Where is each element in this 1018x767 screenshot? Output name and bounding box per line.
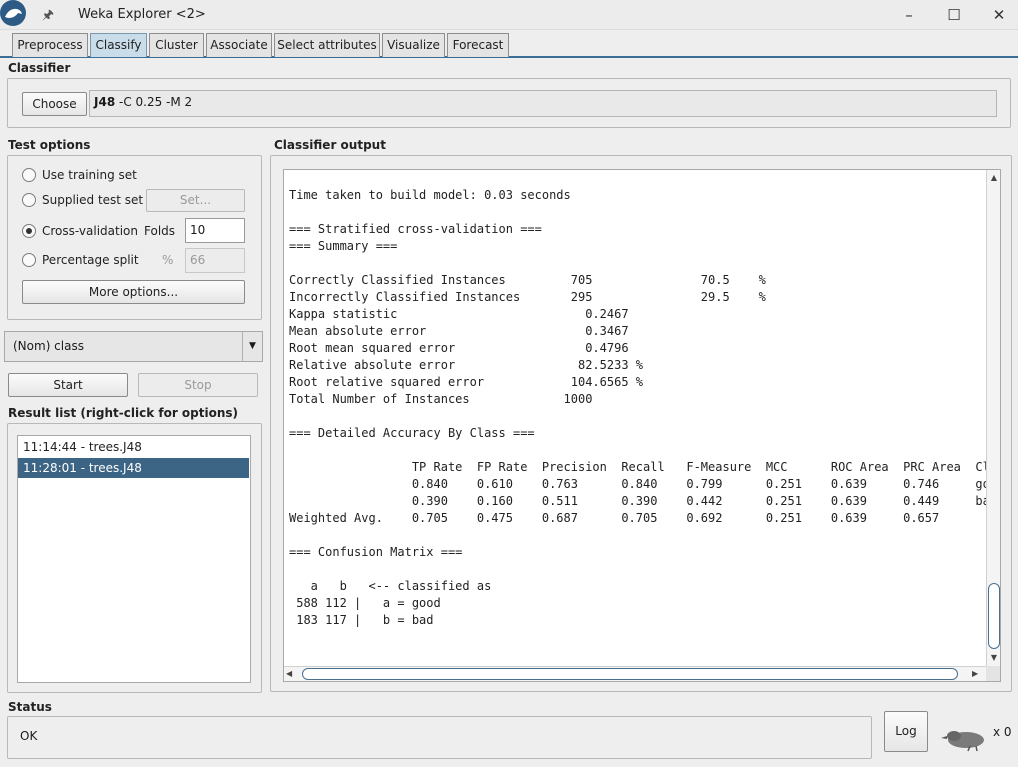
percentage-split-label: Percentage split: [42, 253, 139, 267]
tab-forecast[interactable]: Forecast: [447, 33, 509, 57]
classifier-output-text-area[interactable]: Time taken to build model: 0.03 seconds …: [284, 170, 986, 666]
scroll-down-icon[interactable]: ▼: [988, 651, 1000, 665]
scroll-corner: [986, 666, 1000, 681]
classifier-output-label: Classifier output: [274, 138, 386, 152]
percent-label: %: [162, 253, 174, 267]
tab-visualize[interactable]: Visualize: [382, 33, 445, 57]
scroll-up-icon[interactable]: ▲: [988, 171, 1000, 185]
use-training-set-radio[interactable]: [22, 168, 36, 182]
cross-validation-label: Cross-validation: [42, 224, 138, 238]
set-test-set-button[interactable]: Set...: [146, 189, 245, 212]
stop-button[interactable]: Stop: [138, 373, 258, 397]
start-button[interactable]: Start: [8, 373, 128, 397]
use-training-set-label: Use training set: [42, 168, 137, 182]
task-count: x 0: [993, 725, 1012, 739]
folds-input[interactable]: 10: [185, 218, 245, 243]
maximize-button[interactable]: ☐: [943, 4, 965, 26]
supplied-test-set-radio[interactable]: [22, 193, 36, 207]
tab-classify[interactable]: Classify: [90, 33, 147, 57]
classifier-options: -C 0.25 -M 2: [115, 95, 193, 109]
result-list-item[interactable]: 11:14:44 - trees.J48: [18, 437, 249, 457]
close-button[interactable]: ✕: [988, 4, 1010, 26]
log-button[interactable]: Log: [884, 711, 928, 752]
status-text: OK: [20, 729, 38, 743]
scroll-left-icon[interactable]: ◀: [286, 667, 298, 681]
status-panel: [7, 716, 872, 759]
classifier-config-field[interactable]: J48 -C 0.25 -M 2: [89, 90, 997, 117]
weka-logo-icon: [0, 0, 26, 26]
horizontal-scrollbar[interactable]: ◀ ▶: [284, 666, 986, 681]
tab-bar: Preprocess Classify Cluster Associate Se…: [0, 30, 1018, 58]
chevron-down-icon[interactable]: ▼: [242, 332, 262, 361]
supplied-test-set-label: Supplied test set: [42, 193, 144, 207]
test-options-label: Test options: [8, 138, 91, 152]
classifier-section-label: Classifier: [8, 61, 71, 75]
vertical-scrollbar[interactable]: ▲ ▼: [986, 170, 1000, 666]
result-list-label: Result list (right-click for options): [8, 406, 239, 420]
title-bar: 🖈 Weka Explorer <2> – ☐ ✕: [0, 0, 1018, 30]
pin-icon[interactable]: 🖈: [42, 6, 54, 28]
tab-select-attributes[interactable]: Select attributes: [274, 33, 380, 57]
choose-classifier-button[interactable]: Choose: [22, 92, 87, 116]
weka-bird-icon[interactable]: [940, 724, 990, 752]
scroll-right-icon[interactable]: ▶: [972, 667, 984, 681]
status-label: Status: [8, 700, 52, 714]
class-attribute-select[interactable]: (Nom) class ▼: [4, 331, 263, 362]
classifier-output-text: Time taken to build model: 0.03 seconds …: [289, 188, 986, 627]
vertical-scroll-thumb[interactable]: [988, 583, 1000, 649]
class-attribute-value: (Nom) class: [13, 339, 84, 353]
more-options-button[interactable]: More options...: [22, 280, 245, 304]
tab-preprocess[interactable]: Preprocess: [12, 33, 88, 57]
percent-split-input[interactable]: 66: [185, 248, 245, 273]
classifier-name: J48: [94, 95, 116, 109]
window-title: Weka Explorer <2>: [78, 7, 206, 22]
horizontal-scroll-thumb[interactable]: [302, 668, 958, 680]
cross-validation-radio[interactable]: [22, 224, 36, 238]
tab-associate[interactable]: Associate: [206, 33, 272, 57]
tab-cluster[interactable]: Cluster: [149, 33, 204, 57]
percentage-split-radio[interactable]: [22, 253, 36, 267]
result-list-item-selected[interactable]: 11:28:01 - trees.J48: [18, 458, 249, 478]
folds-label: Folds: [144, 224, 176, 238]
minimize-button[interactable]: –: [898, 4, 920, 26]
